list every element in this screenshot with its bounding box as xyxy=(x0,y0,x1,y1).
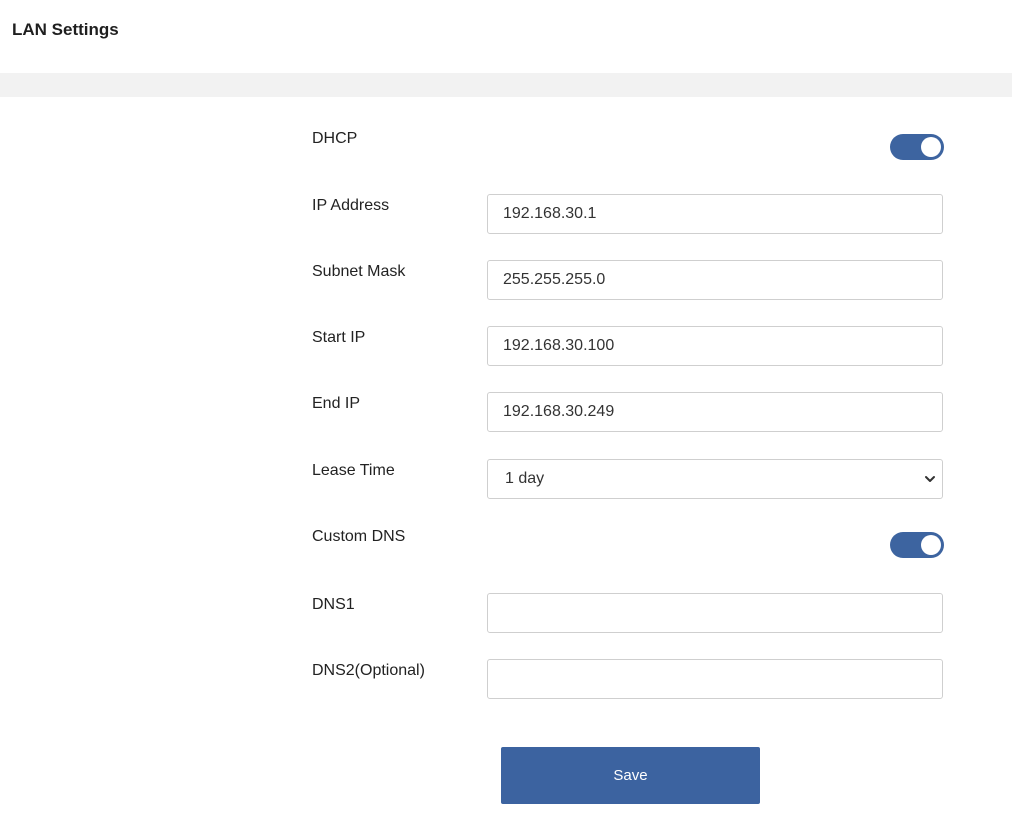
ip-address-input[interactable] xyxy=(487,194,943,234)
lease-time-selected-value: 1 day xyxy=(505,470,545,487)
subnet-mask-label: Subnet Mask xyxy=(312,263,406,280)
custom-dns-label: Custom DNS xyxy=(312,528,406,545)
dhcp-toggle[interactable] xyxy=(890,134,944,160)
start-ip-label: Start IP xyxy=(312,329,366,346)
dns2-input[interactable] xyxy=(487,659,943,699)
end-ip-input[interactable] xyxy=(487,392,943,432)
lease-time-select[interactable]: 1 day xyxy=(487,459,943,499)
start-ip-input[interactable] xyxy=(487,326,943,366)
chevron-down-icon xyxy=(925,476,935,482)
dns1-label: DNS1 xyxy=(312,596,355,613)
end-ip-label: End IP xyxy=(312,395,361,412)
dhcp-toggle-knob xyxy=(921,137,941,157)
save-button[interactable]: Save xyxy=(501,747,760,804)
custom-dns-toggle-knob xyxy=(921,535,941,555)
lan-settings-page: LAN Settings DHCP IP Address Subnet Mask… xyxy=(0,0,1012,835)
custom-dns-toggle[interactable] xyxy=(890,532,944,558)
header-divider-band xyxy=(0,73,1012,97)
lease-time-label: Lease Time xyxy=(312,462,395,479)
dns2-label: DNS2(Optional) xyxy=(312,662,425,679)
page-title: LAN Settings xyxy=(12,20,119,39)
subnet-mask-input[interactable] xyxy=(487,260,943,300)
dhcp-label: DHCP xyxy=(312,130,358,147)
ip-address-label: IP Address xyxy=(312,197,390,214)
dns1-input[interactable] xyxy=(487,593,943,633)
